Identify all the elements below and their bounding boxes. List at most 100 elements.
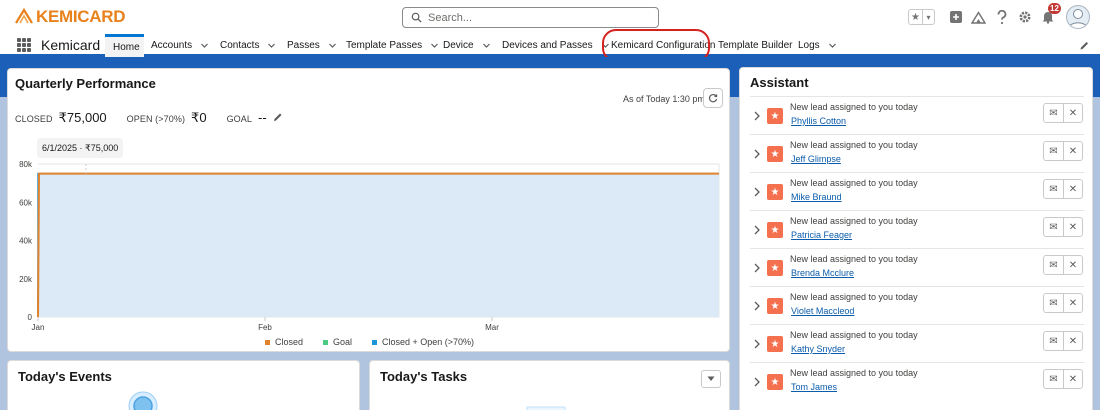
events-illustration-icon	[128, 391, 158, 410]
lead-name-link[interactable]: Brenda Mcclure	[791, 268, 854, 278]
lead-name-link[interactable]: Jeff Glimpse	[791, 154, 841, 164]
chevron-down-icon[interactable]	[601, 41, 610, 50]
assistant-item-text: New lead assigned to you today	[790, 216, 918, 226]
lead-name-link[interactable]: Mike Braund	[791, 192, 842, 202]
app-navigation-bar: Kemicard Home Accounts Contacts Passes T…	[0, 34, 1100, 57]
global-search-input[interactable]: Search...	[402, 7, 659, 28]
assistant-item-actions: ✉ ✕	[1043, 255, 1083, 275]
refresh-icon	[708, 94, 718, 103]
trailhead-icon[interactable]	[970, 9, 987, 26]
chevron-down-icon[interactable]	[328, 41, 337, 50]
closed-label: CLOSED	[15, 114, 53, 124]
y-tick-label: 0	[28, 313, 33, 322]
tab-device[interactable]: Device	[443, 34, 491, 57]
legend-item-closed[interactable]: Closed	[264, 337, 303, 347]
lead-star-icon: ★	[767, 184, 783, 200]
send-email-icon[interactable]: ✉	[1044, 218, 1063, 236]
series-area-closed-plus-open[interactable]	[38, 173, 719, 317]
lead-name-link[interactable]: Tom James	[791, 382, 837, 392]
goal-label: GOAL	[226, 114, 252, 124]
card-title: Today's Tasks	[380, 369, 468, 384]
assistant-item-text: New lead assigned to you today	[790, 102, 918, 112]
tab-kemicard-configuration[interactable]: Kemicard Configuration	[611, 34, 716, 57]
legend-swatch	[371, 339, 377, 345]
kemicard-logo[interactable]: KEMICARD	[14, 6, 126, 28]
legend-item-goal[interactable]: Goal	[322, 337, 352, 347]
expand-chevron-icon[interactable]	[753, 111, 761, 121]
tasks-illustration-icon	[526, 406, 566, 410]
setup-gear-icon[interactable]	[1016, 9, 1033, 26]
tab-passes[interactable]: Passes	[287, 34, 337, 57]
todays-tasks-card: Today's Tasks	[369, 360, 730, 410]
assistant-item: ★ New lead assigned to you today Mike Br…	[750, 172, 1084, 210]
expand-chevron-icon[interactable]	[753, 301, 761, 311]
tab-devices-and-passes[interactable]: Devices and Passes	[502, 34, 610, 57]
notifications-bell-icon[interactable]: 12	[1039, 2, 1061, 26]
global-actions-icon[interactable]	[947, 9, 964, 26]
dismiss-close-icon[interactable]: ✕	[1063, 332, 1082, 350]
lead-star-icon: ★	[767, 374, 783, 390]
help-icon[interactable]	[993, 9, 1010, 26]
assistant-item: ★ New lead assigned to you today Violet …	[750, 286, 1084, 324]
tab-accounts[interactable]: Accounts	[151, 34, 209, 57]
lead-star-icon: ★	[767, 108, 783, 124]
tasks-filter-dropdown[interactable]	[701, 370, 721, 388]
user-avatar[interactable]	[1066, 5, 1090, 29]
tab-label: Contacts	[220, 40, 260, 51]
open-value: ₹0	[191, 110, 207, 125]
assistant-item-text: New lead assigned to you today	[790, 178, 918, 188]
tab-label: Home	[113, 41, 140, 53]
dismiss-close-icon[interactable]: ✕	[1063, 180, 1082, 198]
tab-template-passes[interactable]: Template Passes	[346, 34, 439, 57]
dismiss-close-icon[interactable]: ✕	[1063, 256, 1082, 274]
chevron-down-icon[interactable]	[200, 41, 209, 50]
send-email-icon[interactable]: ✉	[1044, 294, 1063, 312]
lead-name-link[interactable]: Violet Maccleod	[791, 306, 854, 316]
lead-name-link[interactable]: Phyllis Cotton	[791, 116, 846, 126]
expand-chevron-icon[interactable]	[753, 187, 761, 197]
chevron-down-icon[interactable]	[482, 41, 491, 50]
expand-chevron-icon[interactable]	[753, 339, 761, 349]
app-launcher-waffle-icon[interactable]	[17, 38, 31, 52]
send-email-icon[interactable]: ✉	[1044, 256, 1063, 274]
dismiss-close-icon[interactable]: ✕	[1063, 218, 1082, 236]
chevron-down-icon[interactable]	[267, 41, 276, 50]
favorites-list-chevron-icon[interactable]: ▾	[922, 10, 934, 24]
legend-label: Closed	[274, 337, 303, 347]
legend-item-closed-plus-open[interactable]: Closed + Open (>70%)	[371, 337, 474, 347]
notification-count-badge: 12	[1048, 2, 1061, 14]
chevron-down-icon[interactable]	[828, 41, 837, 50]
send-email-icon[interactable]: ✉	[1044, 332, 1063, 350]
tab-home[interactable]: Home	[105, 34, 144, 57]
send-email-icon[interactable]: ✉	[1044, 104, 1063, 122]
tab-template-builder[interactable]: Template Builder	[718, 34, 792, 57]
dismiss-close-icon[interactable]: ✕	[1063, 294, 1082, 312]
legend-swatch	[264, 339, 270, 345]
favorite-star-icon[interactable]: ★	[909, 10, 922, 24]
y-tick-label: 20k	[19, 275, 33, 284]
send-email-icon[interactable]: ✉	[1044, 142, 1063, 160]
edit-nav-pencil-icon[interactable]	[1079, 40, 1090, 51]
chevron-down-icon[interactable]	[430, 41, 439, 50]
lead-name-link[interactable]: Patricia Feager	[791, 230, 852, 240]
quarterly-performance-chart[interactable]: 0 20k 40k 60k 80k Jan Feb Mar	[8, 154, 731, 334]
assistant-item: ★ New lead assigned to you today Kathy S…	[750, 324, 1084, 362]
send-email-icon[interactable]: ✉	[1044, 370, 1063, 388]
dismiss-close-icon[interactable]: ✕	[1063, 104, 1082, 122]
tab-label: Devices and Passes	[502, 40, 593, 51]
send-email-icon[interactable]: ✉	[1044, 180, 1063, 198]
global-header: KEMICARD Search... ★ ▾ 12	[0, 0, 1100, 34]
refresh-button[interactable]	[703, 88, 723, 108]
lead-name-link[interactable]: Kathy Snyder	[791, 344, 845, 354]
tab-contacts[interactable]: Contacts	[220, 34, 276, 57]
goal-value: --	[257, 110, 267, 125]
expand-chevron-icon[interactable]	[753, 149, 761, 159]
dismiss-close-icon[interactable]: ✕	[1063, 142, 1082, 160]
dismiss-close-icon[interactable]: ✕	[1063, 370, 1082, 388]
edit-goal-pencil-icon[interactable]	[273, 112, 283, 122]
expand-chevron-icon[interactable]	[753, 225, 761, 235]
expand-chevron-icon[interactable]	[753, 377, 761, 387]
tab-logs[interactable]: Logs	[798, 34, 837, 57]
x-tick-label: Feb	[258, 323, 272, 332]
expand-chevron-icon[interactable]	[753, 263, 761, 273]
